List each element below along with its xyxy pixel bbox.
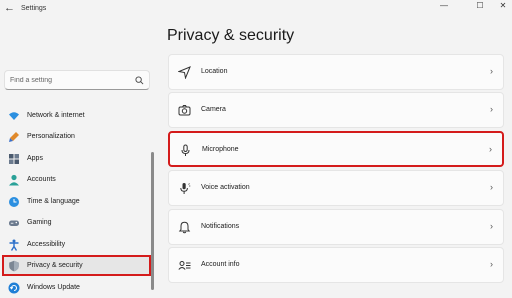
sidebar-item-label: Personalization (27, 133, 75, 140)
sidebar-item-accounts[interactable]: Accounts (2, 170, 150, 190)
location-arrow-icon (178, 66, 191, 79)
apps-icon (9, 154, 19, 164)
chevron-right-icon: › (490, 66, 493, 76)
search-icon[interactable] (135, 76, 144, 85)
sidebar-item-label: Accounts (27, 176, 56, 183)
camera-icon (178, 105, 191, 116)
shield-icon (9, 260, 19, 272)
sidebar-item-gaming[interactable]: Gaming (2, 213, 150, 233)
close-button[interactable]: ✕ (491, 0, 512, 12)
sidebar-item-label: Accessibility (27, 241, 66, 248)
location-card[interactable]: Location › (168, 54, 504, 90)
sidebar-item-apps[interactable]: Apps (2, 149, 150, 169)
minimize-button[interactable]: — (432, 0, 456, 12)
page-title: Privacy & security (167, 27, 295, 44)
chevron-right-icon: › (490, 182, 493, 192)
chevron-right-icon: › (490, 104, 493, 114)
voice-activation-icon (180, 183, 191, 194)
wifi-icon (9, 112, 19, 120)
sidebar-item-time-language[interactable]: Time & language (2, 192, 150, 212)
update-icon (8, 282, 20, 294)
brush-icon (9, 132, 19, 142)
gamepad-icon (9, 220, 19, 226)
sidebar-item-windows-update[interactable]: Windows Update (2, 278, 150, 298)
sidebar-item-label: Apps (27, 155, 43, 162)
sidebar-item-label: Network & internet (27, 112, 85, 119)
card-label: Location (201, 68, 228, 75)
app-title: Settings (21, 5, 47, 12)
sidebar-scrollbar[interactable] (151, 152, 154, 290)
maximize-button[interactable]: ☐ (468, 0, 492, 12)
sidebar-item-label: Gaming (27, 219, 52, 226)
sidebar-item-personalization[interactable]: Personalization (2, 127, 150, 147)
sidebar-item-label: Privacy & security (27, 262, 83, 269)
bell-icon (178, 221, 191, 234)
sidebar-item-network[interactable]: Network & internet (2, 106, 150, 126)
card-label: Account info (201, 261, 240, 268)
sidebar-item-accessibility[interactable]: Accessibility (2, 235, 150, 255)
chevron-right-icon: › (490, 259, 493, 269)
account-info-card[interactable]: Account info › (168, 247, 504, 283)
sidebar-item-label: Time & language (27, 198, 80, 205)
sidebar-item-privacy-security[interactable]: Privacy & security (2, 256, 150, 276)
sidebar-item-label: Windows Update (27, 284, 80, 291)
title-bar: ← Settings — ☐ ✕ (0, 0, 512, 20)
microphone-icon (181, 144, 190, 156)
card-label: Microphone (202, 146, 239, 153)
back-arrow-icon[interactable]: ← (4, 2, 15, 14)
chevron-right-icon: › (489, 144, 492, 154)
globe-clock-icon (9, 197, 19, 207)
camera-card[interactable]: Camera › (168, 92, 504, 128)
voice-activation-card[interactable]: Voice activation › (168, 170, 504, 206)
account-info-icon (178, 261, 191, 270)
accessibility-icon (9, 239, 19, 251)
chevron-right-icon: › (490, 221, 493, 231)
microphone-card[interactable]: Microphone › (168, 131, 504, 167)
notifications-card[interactable]: Notifications › (168, 209, 504, 245)
search-box[interactable] (4, 70, 150, 90)
card-label: Notifications (201, 223, 240, 230)
person-icon (9, 174, 19, 186)
card-label: Voice activation (201, 184, 250, 191)
card-label: Camera (201, 106, 226, 113)
search-input[interactable] (10, 73, 130, 87)
